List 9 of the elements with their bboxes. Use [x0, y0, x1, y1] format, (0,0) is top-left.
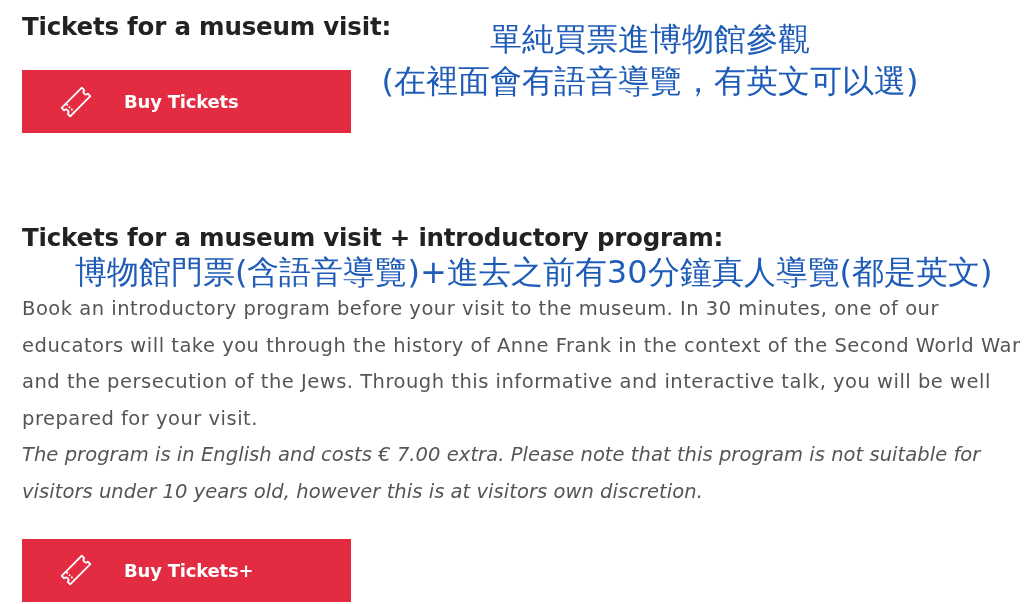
section-heading: Tickets for a museum visit: — [22, 12, 391, 42]
price-note-text: The program is in English and costs € 7.00 extra. Please note that this program is not suitable for visitors under 10 years old, however this is at visitors own discretion. — [22, 442, 983, 505]
buy-tickets-button[interactable]: Buy Tickets — [22, 70, 351, 133]
buy-tickets-button[interactable]: Buy Tickets+ — [22, 538, 351, 602]
section-heading: Tickets for a museum visit + introductory program: — [22, 223, 724, 253]
annotation-text: 博物館門票(含語音導覽)+進去之前有30分鐘真人導覽(都是英文) — [75, 253, 993, 291]
annotation-text: 單純買票進博物館參觀 — [490, 19, 810, 60]
description-text: Book an introductory program before your visit to the museum. In 30 minutes, one of our educators will take you through the history of Anne Frank in the context of the Second World War and the persecution of the Jews. Through this informative and interactive talk, you will be well prepared for your visit. — [22, 296, 1022, 432]
annotation-text: (在裡面會有語音導覽，有英文可以選) — [381, 61, 919, 102]
